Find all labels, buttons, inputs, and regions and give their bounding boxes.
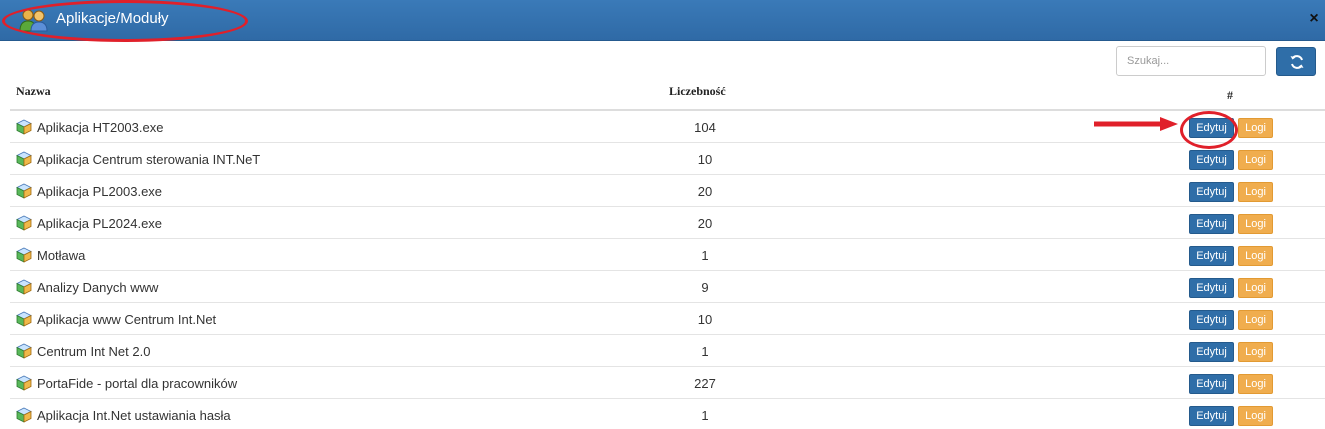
logs-button[interactable]: Logi	[1238, 246, 1273, 266]
close-icon[interactable]: ×	[1307, 11, 1321, 27]
table-row: Aplikacja Int.Net ustawiania hasła 1 Edy…	[10, 399, 1325, 429]
row-count: 20	[697, 216, 713, 231]
row-name: Analizy Danych www	[37, 280, 159, 295]
cube-icon	[16, 407, 32, 423]
edit-button[interactable]: Edytuj	[1189, 246, 1234, 266]
edit-button[interactable]: Edytuj	[1189, 310, 1234, 330]
edit-button[interactable]: Edytuj	[1189, 118, 1234, 138]
cube-icon	[16, 119, 32, 135]
logs-button[interactable]: Logi	[1238, 342, 1273, 362]
table-row: Aplikacja Centrum sterowania INT.NeT 10 …	[10, 143, 1325, 175]
row-name: Aplikacja www Centrum Int.Net	[37, 312, 217, 327]
cube-icon	[16, 375, 32, 391]
search-input[interactable]	[1116, 46, 1266, 76]
logs-button[interactable]: Logi	[1238, 406, 1273, 426]
refresh-icon	[1290, 55, 1304, 69]
table-row: Aplikacja HT2003.exe 104 Edytuj Logi	[10, 111, 1325, 143]
users-icon	[19, 9, 48, 32]
logs-button[interactable]: Logi	[1238, 118, 1273, 138]
table-row: Motława 1 Edytuj Logi	[10, 239, 1325, 271]
table-row: Aplikacja www Centrum Int.Net 10 Edytuj …	[10, 303, 1325, 335]
cube-icon	[16, 215, 32, 231]
row-name: Aplikacja HT2003.exe	[37, 120, 164, 135]
row-name: Aplikacja PL2024.exe	[37, 216, 163, 231]
row-name: Motława	[37, 248, 86, 263]
edit-button[interactable]: Edytuj	[1189, 342, 1234, 362]
row-count: 1	[701, 248, 709, 263]
edit-button[interactable]: Edytuj	[1189, 150, 1234, 170]
logs-button[interactable]: Logi	[1238, 374, 1273, 394]
row-count: 10	[697, 152, 713, 167]
row-count: 20	[697, 184, 713, 199]
table-row: PortaFide - portal dla pracowników 227 E…	[10, 367, 1325, 399]
table-row: Aplikacja PL2003.exe 20 Edytuj Logi	[10, 175, 1325, 207]
row-count: 1	[701, 408, 709, 423]
row-name: PortaFide - portal dla pracowników	[37, 376, 238, 391]
cube-icon	[16, 279, 32, 295]
row-count: 227	[694, 376, 716, 391]
logs-button[interactable]: Logi	[1238, 182, 1273, 202]
edit-button[interactable]: Edytuj	[1189, 278, 1234, 298]
logs-button[interactable]: Logi	[1238, 150, 1273, 170]
logs-button[interactable]: Logi	[1238, 214, 1273, 234]
table-row: Centrum Int Net 2.0 1 Edytuj Logi	[10, 335, 1325, 367]
cube-icon	[16, 343, 32, 359]
edit-button[interactable]: Edytuj	[1189, 214, 1234, 234]
logs-button[interactable]: Logi	[1238, 278, 1273, 298]
row-name: Aplikacja Int.Net ustawiania hasła	[37, 408, 231, 423]
window-title: Aplikacje/Moduły	[56, 10, 169, 27]
table-body: Aplikacja HT2003.exe 104 Edytuj Logi Apl…	[10, 111, 1325, 429]
edit-button[interactable]: Edytuj	[1189, 406, 1234, 426]
cube-icon	[16, 183, 32, 199]
row-count: 9	[701, 280, 709, 295]
cube-icon	[16, 311, 32, 327]
column-header-count[interactable]: Liczebność	[669, 84, 726, 99]
row-name: Aplikacja PL2003.exe	[37, 184, 163, 199]
row-count: 104	[694, 120, 716, 135]
logs-button[interactable]: Logi	[1238, 310, 1273, 330]
window-titlebar: Aplikacje/Moduły ×	[0, 0, 1325, 41]
cube-icon	[16, 151, 32, 167]
table-row: Analizy Danych www 9 Edytuj Logi	[10, 271, 1325, 303]
edit-button[interactable]: Edytuj	[1189, 374, 1234, 394]
row-count: 1	[701, 344, 709, 359]
row-count: 10	[697, 312, 713, 327]
row-name: Aplikacja Centrum sterowania INT.NeT	[37, 152, 261, 167]
refresh-button[interactable]	[1276, 47, 1316, 76]
edit-button[interactable]: Edytuj	[1189, 182, 1234, 202]
table-row: Aplikacja PL2024.exe 20 Edytuj Logi	[10, 207, 1325, 239]
column-header-actions: #	[1227, 88, 1233, 102]
cube-icon	[16, 247, 32, 263]
column-header-name[interactable]: Nazwa	[16, 84, 51, 99]
row-name: Centrum Int Net 2.0	[37, 344, 151, 359]
